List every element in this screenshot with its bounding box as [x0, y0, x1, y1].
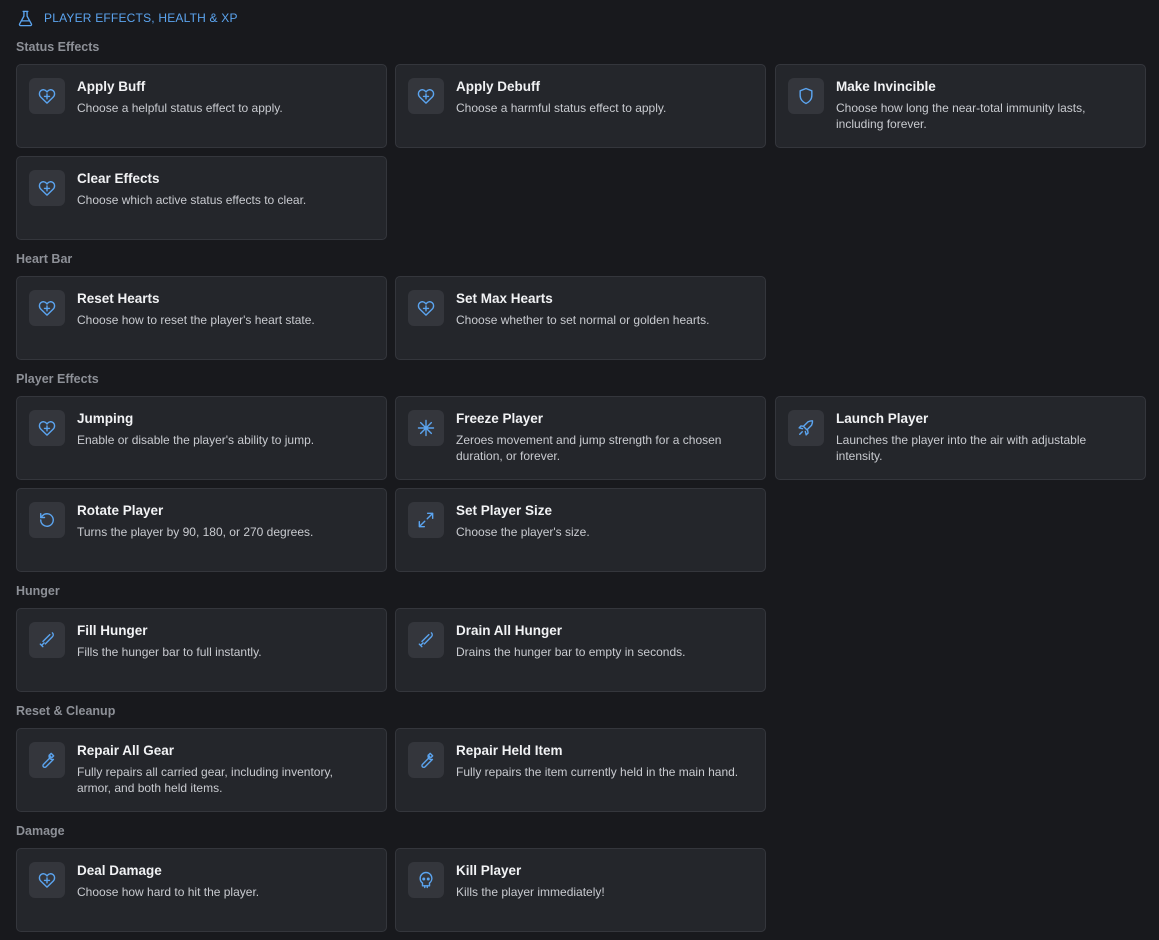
- heart-plus-icon: [408, 290, 444, 326]
- card-title: Rotate Player: [77, 503, 164, 518]
- reset-hearts-card[interactable]: Reset Hearts Choose how to reset the pla…: [16, 276, 387, 360]
- set-max-hearts-card[interactable]: Set Max Hearts Choose whether to set nor…: [395, 276, 766, 360]
- heart-plus-icon: [408, 78, 444, 114]
- drumstick-icon: [408, 622, 444, 658]
- card-title: Reset Hearts: [77, 291, 160, 306]
- card-title: Apply Buff: [77, 79, 146, 94]
- card-title: Fill Hunger: [77, 623, 148, 638]
- card-description: Choose whether to set normal or golden h…: [456, 313, 710, 327]
- apply-buff-card[interactable]: Apply Buff Choose a helpful status effec…: [16, 64, 387, 148]
- rocket-icon: [788, 410, 824, 446]
- fill-hunger-card[interactable]: Fill Hunger Fills the hunger bar to full…: [16, 608, 387, 692]
- card-description: Choose a helpful status effect to apply.: [77, 101, 283, 115]
- card-description: Choose how hard to hit the player.: [77, 885, 260, 899]
- card-title: Clear Effects: [77, 171, 160, 186]
- skull-icon: [408, 862, 444, 898]
- snowflake-icon: [408, 410, 444, 446]
- card-description: Zeroes movement and jump strength for a …: [456, 433, 722, 463]
- card-title: Kill Player: [456, 863, 522, 878]
- card-description: Fully repairs all carried gear, includin…: [77, 765, 333, 795]
- section-title-damage: Damage: [16, 824, 65, 838]
- jumping-card[interactable]: Jumping Enable or disable the player's a…: [16, 396, 387, 480]
- card-description: Fills the hunger bar to full instantly.: [77, 645, 262, 659]
- card-description: Enable or disable the player's ability t…: [77, 433, 315, 447]
- apply-debuff-card[interactable]: Apply Debuff Choose a harmful status eff…: [395, 64, 766, 148]
- set-player-size-card[interactable]: Set Player Size Choose the player's size…: [395, 488, 766, 572]
- card-description: Launches the player into the air with ad…: [836, 433, 1087, 463]
- repair-held-item-card[interactable]: Repair Held Item Fully repairs the item …: [395, 728, 766, 812]
- page-header: PLAYER EFFECTS, HEALTH & XP: [16, 8, 238, 28]
- heart-plus-icon: [29, 290, 65, 326]
- heart-plus-icon: [29, 170, 65, 206]
- card-description: Turns the player by 90, 180, or 270 degr…: [77, 525, 314, 539]
- rotate-icon: [29, 502, 65, 538]
- card-description: Fully repairs the item currently held in…: [456, 765, 739, 779]
- card-title: Set Player Size: [456, 503, 553, 518]
- card-title: Set Max Hearts: [456, 291, 553, 306]
- card-title: Repair All Gear: [77, 743, 175, 758]
- heart-plus-icon: [29, 862, 65, 898]
- card-title: Freeze Player: [456, 411, 544, 426]
- card-description: Choose the player's size.: [456, 525, 590, 539]
- shield-icon: [788, 78, 824, 114]
- section-title-reset-cleanup: Reset & Cleanup: [16, 704, 116, 718]
- section-title-hunger: Hunger: [16, 584, 60, 598]
- heart-plus-icon: [29, 78, 65, 114]
- card-description: Choose how long the near-total immunity …: [836, 101, 1086, 131]
- page-title: PLAYER EFFECTS, HEALTH & XP: [44, 11, 238, 25]
- section-title-heart-bar: Heart Bar: [16, 252, 73, 266]
- kill-player-card[interactable]: Kill Player Kills the player immediately…: [395, 848, 766, 932]
- card-title: Deal Damage: [77, 863, 162, 878]
- freeze-player-card[interactable]: Freeze Player Zeroes movement and jump s…: [395, 396, 766, 480]
- clear-effects-card[interactable]: Clear Effects Choose which active status…: [16, 156, 387, 240]
- wrench-icon: [29, 742, 65, 778]
- heart-plus-icon: [29, 410, 65, 446]
- card-description: Choose which active status effects to cl…: [77, 193, 307, 207]
- card-title: Drain All Hunger: [456, 623, 563, 638]
- section-title-status-effects: Status Effects: [16, 40, 100, 54]
- drumstick-icon: [29, 622, 65, 658]
- card-title: Make Invincible: [836, 79, 936, 94]
- deal-damage-card[interactable]: Deal Damage Choose how hard to hit the p…: [16, 848, 387, 932]
- wrench-icon: [408, 742, 444, 778]
- repair-all-gear-card[interactable]: Repair All Gear Fully repairs all carrie…: [16, 728, 387, 812]
- card-title: Apply Debuff: [456, 79, 540, 94]
- card-description: Drains the hunger bar to empty in second…: [456, 645, 686, 659]
- section-title-player-effects: Player Effects: [16, 372, 99, 386]
- flask-icon: [16, 9, 35, 28]
- card-description: Choose how to reset the player's heart s…: [77, 313, 315, 327]
- card-title: Jumping: [77, 411, 134, 426]
- expand-icon: [408, 502, 444, 538]
- card-title: Repair Held Item: [456, 743, 563, 758]
- card-title: Launch Player: [836, 411, 929, 426]
- make-invincible-card[interactable]: Make Invincible Choose how long the near…: [775, 64, 1146, 148]
- drain-all-hunger-card[interactable]: Drain All Hunger Drains the hunger bar t…: [395, 608, 766, 692]
- launch-player-card[interactable]: Launch Player Launches the player into t…: [775, 396, 1146, 480]
- card-description: Choose a harmful status effect to apply.: [456, 101, 667, 115]
- rotate-player-card[interactable]: Rotate Player Turns the player by 90, 18…: [16, 488, 387, 572]
- card-description: Kills the player immediately!: [456, 885, 605, 899]
